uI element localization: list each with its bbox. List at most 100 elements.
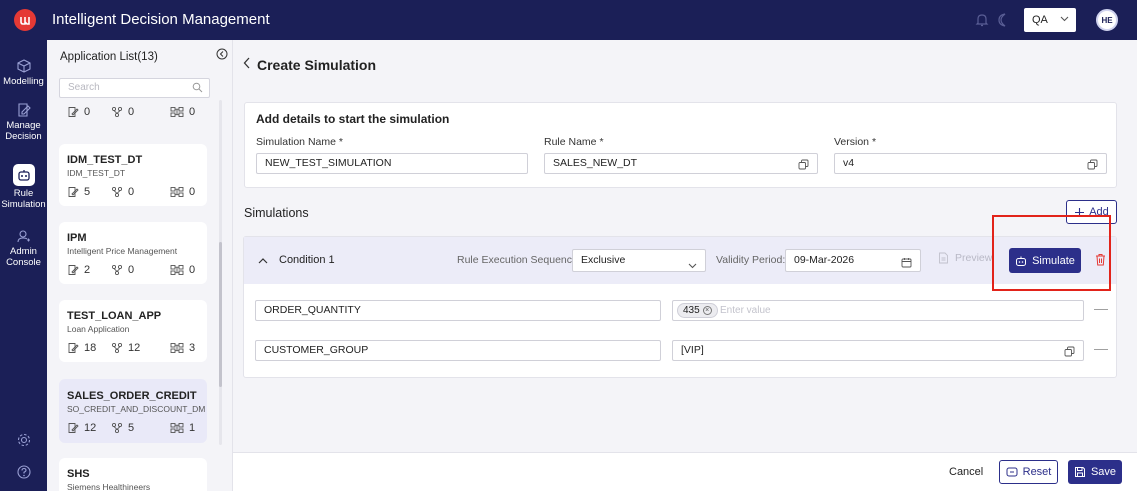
app-card-subtitle: Intelligent Price Management bbox=[67, 246, 178, 256]
flow-icon bbox=[111, 422, 123, 434]
app-card[interactable]: IDM_TEST_DT IDM_TEST_DT 5 0 0 bbox=[59, 144, 207, 206]
app-card-subtitle: IDM_TEST_DT bbox=[67, 168, 126, 178]
search-placeholder: Search bbox=[68, 82, 100, 93]
flows-stat: 0 bbox=[111, 186, 134, 198]
app-card[interactable]: IPM Intelligent Price Management 2 0 0 bbox=[59, 222, 207, 284]
docs-stat: 18 bbox=[67, 342, 96, 354]
flow-icon bbox=[111, 342, 123, 354]
page-title: Create Simulation bbox=[257, 57, 377, 73]
applist-scroll-thumb[interactable] bbox=[219, 242, 222, 387]
nodes-stat: 3 bbox=[170, 342, 195, 354]
save-icon bbox=[1074, 467, 1085, 477]
app-card[interactable]: TEST_LOAN_APP Loan Application 18 12 3 bbox=[59, 300, 207, 362]
nav-item-admin-console[interactable]: Admin Console bbox=[0, 228, 47, 268]
rule-name-input[interactable]: SALES_NEW_DT bbox=[544, 153, 818, 174]
chevron-up-icon[interactable] bbox=[258, 255, 268, 269]
docs-stat: 2 bbox=[67, 264, 90, 276]
app-card[interactable]: SHS Siemens Healthineers bbox=[59, 458, 207, 491]
flow-icon bbox=[111, 264, 123, 276]
remove-row-icon[interactable]: — bbox=[1094, 300, 1108, 316]
preview-button[interactable]: Preview bbox=[938, 252, 992, 264]
condition-field-input[interactable]: CUSTOMER_GROUP bbox=[255, 340, 661, 361]
back-icon[interactable] bbox=[243, 57, 251, 72]
app-card-name: SALES_ORDER_CREDIT bbox=[67, 390, 197, 402]
help-icon[interactable] bbox=[0, 464, 47, 482]
flows-stat: 0 bbox=[111, 106, 134, 118]
application-list-title: Application List(13) bbox=[60, 51, 158, 63]
calendar-icon[interactable] bbox=[901, 255, 912, 276]
value-placeholder: Enter value bbox=[720, 305, 771, 316]
settings-icon[interactable] bbox=[0, 432, 47, 450]
remove-row-icon[interactable]: — bbox=[1094, 340, 1108, 356]
left-nav: Modelling Manage Decision Rule Simulatio… bbox=[0, 40, 47, 491]
nav-label: Manage Decision bbox=[5, 120, 42, 142]
search-input[interactable]: Search bbox=[59, 78, 210, 98]
copy-icon[interactable] bbox=[1087, 158, 1098, 177]
nav-label: Rule Simulation bbox=[1, 188, 46, 210]
condition-header: Condition 1 Rule Execution Sequence: Exc… bbox=[244, 237, 1116, 284]
environment-select[interactable]: QA bbox=[1024, 8, 1076, 32]
environment-value: QA bbox=[1032, 14, 1048, 26]
nodes-icon bbox=[170, 343, 184, 353]
cancel-button[interactable]: Cancel bbox=[949, 466, 983, 478]
search-icon bbox=[192, 82, 203, 100]
save-button[interactable]: Save bbox=[1068, 460, 1122, 484]
page-header: Create Simulation bbox=[233, 40, 1137, 86]
nav-item-manage-decision[interactable]: Manage Decision bbox=[0, 102, 47, 142]
rule-execution-sequence-select[interactable]: Exclusive bbox=[572, 249, 706, 272]
reset-icon bbox=[1006, 467, 1018, 477]
app-card-subtitle: SO_CREDIT_AND_DISCOUNT_DM bbox=[67, 404, 206, 414]
condition-field-input[interactable]: ORDER_QUANTITY bbox=[255, 300, 661, 321]
docs-stat: 0 bbox=[67, 106, 90, 118]
nodes-icon bbox=[170, 187, 184, 197]
condition-value-input[interactable]: 435 × Enter value bbox=[672, 300, 1084, 321]
version-label: Version * bbox=[834, 136, 877, 148]
copy-icon[interactable] bbox=[798, 158, 809, 177]
condition-card: Condition 1 Rule Execution Sequence: Exc… bbox=[243, 236, 1117, 378]
validity-period-label: Validity Period: bbox=[716, 254, 786, 266]
doc-edit-icon bbox=[68, 265, 79, 275]
nodes-stat: 0 bbox=[170, 106, 195, 118]
collapse-panel-icon[interactable] bbox=[216, 48, 228, 63]
chip-remove-icon[interactable]: × bbox=[702, 306, 712, 315]
details-title: Add details to start the simulation bbox=[256, 112, 450, 126]
nav-item-modelling[interactable]: Modelling bbox=[0, 58, 47, 87]
version-input[interactable]: v4 bbox=[834, 153, 1107, 174]
top-bar: Intelligent Decision Management QA HE bbox=[0, 0, 1137, 40]
nav-item-rule-simulation[interactable]: Rule Simulation bbox=[0, 164, 47, 210]
nodes-stat: 0 bbox=[170, 264, 195, 276]
app-card-selected[interactable]: SALES_ORDER_CREDIT SO_CREDIT_AND_DISCOUN… bbox=[59, 379, 207, 443]
simulation-details-card: Add details to start the simulation Simu… bbox=[244, 102, 1117, 188]
rule-execution-sequence-label: Rule Execution Sequence: bbox=[457, 254, 581, 266]
nodes-icon bbox=[170, 107, 184, 117]
validity-date-input[interactable]: 09-Mar-2026 bbox=[785, 249, 921, 272]
docs-stat: 5 bbox=[67, 186, 90, 198]
doc-edit-icon bbox=[68, 343, 79, 353]
nav-label: Admin Console bbox=[6, 246, 41, 268]
simulation-name-input[interactable]: NEW_TEST_SIMULATION bbox=[256, 153, 528, 174]
app-card-subtitle: Loan Application bbox=[67, 324, 130, 334]
admin-icon bbox=[0, 228, 47, 244]
avatar[interactable]: HE bbox=[1096, 9, 1118, 31]
chevron-down-icon bbox=[688, 257, 697, 278]
bell-icon[interactable] bbox=[975, 12, 989, 31]
robot-icon bbox=[0, 164, 47, 186]
flows-stat: 12 bbox=[111, 342, 140, 354]
copy-icon[interactable] bbox=[1064, 345, 1075, 364]
condition-value-input[interactable]: [VIP] bbox=[672, 340, 1084, 361]
app-card[interactable]: 0 0 0 bbox=[59, 103, 207, 129]
rule-name-label: Rule Name * bbox=[544, 136, 604, 148]
moon-icon[interactable] bbox=[996, 12, 1010, 31]
nodes-icon bbox=[170, 423, 184, 433]
app-card-name: IPM bbox=[67, 232, 87, 244]
app-logo-icon bbox=[14, 9, 36, 31]
doc-edit-icon bbox=[68, 187, 79, 197]
nodes-icon bbox=[170, 265, 184, 275]
app-card-name: TEST_LOAN_APP bbox=[67, 310, 162, 322]
flows-stat: 0 bbox=[111, 264, 134, 276]
simulations-label: Simulations bbox=[244, 206, 309, 220]
app-card-name: IDM_TEST_DT bbox=[67, 154, 143, 166]
app-title: Intelligent Decision Management bbox=[52, 11, 270, 28]
docs-stat: 12 bbox=[67, 422, 96, 434]
reset-button[interactable]: Reset bbox=[999, 460, 1058, 484]
